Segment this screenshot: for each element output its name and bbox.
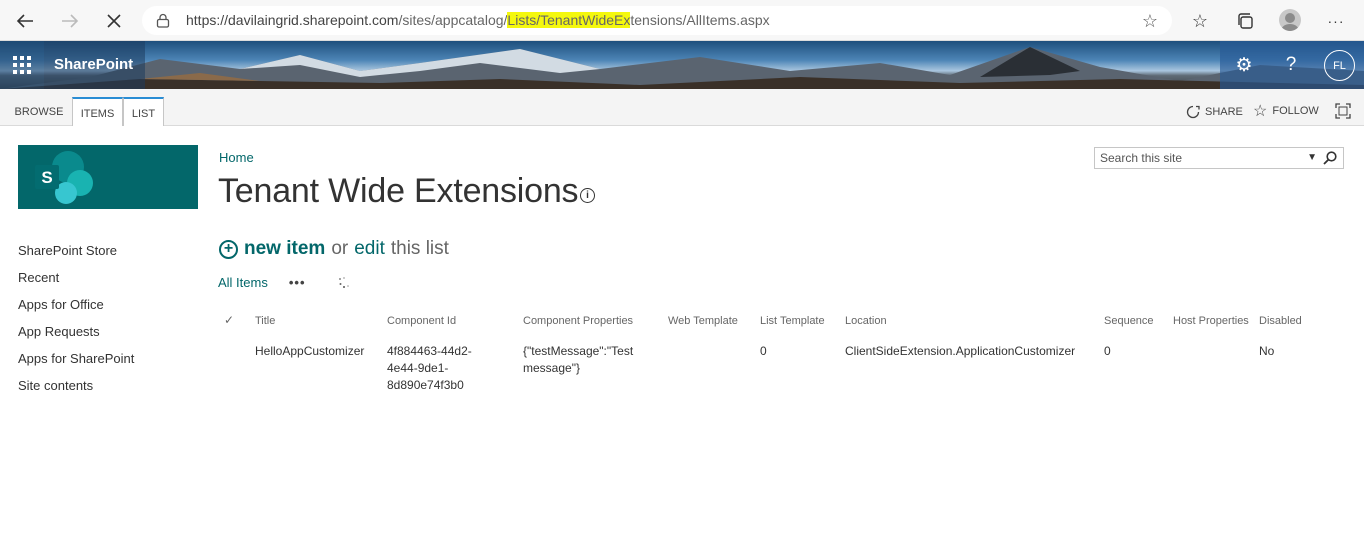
cell-location: ClientSideExtension.ApplicationCustomize… <box>845 344 1076 358</box>
nav-recent[interactable]: Recent <box>18 270 134 297</box>
profile-avatar-icon[interactable] <box>1279 9 1301 31</box>
column-header-disabled[interactable]: Disabled <box>1259 315 1302 327</box>
site-search: ▼ <box>1094 147 1344 169</box>
app-launcher-button[interactable] <box>0 41 44 89</box>
info-icon[interactable]: i <box>580 188 595 203</box>
search-icon[interactable] <box>1322 150 1338 166</box>
nav-app-requests[interactable]: App Requests <box>18 324 134 351</box>
forward-arrow-icon <box>62 14 79 28</box>
lock-icon <box>156 13 170 28</box>
add-icon[interactable]: + <box>219 239 238 259</box>
column-header-host-properties[interactable]: Host Properties <box>1173 315 1249 327</box>
column-header-component-id[interactable]: Component Id <box>387 315 456 327</box>
quick-launch: SharePoint Store Recent Apps for Office … <box>18 243 134 405</box>
column-header-list-template[interactable]: List Template <box>760 315 825 327</box>
tab-items[interactable]: ITEMS <box>72 97 123 126</box>
suite-bar: SharePoint ⚙ ? FL <box>0 41 1364 89</box>
cell-component-properties: {"testMessage":"Test message"} <box>523 344 634 375</box>
site-logo[interactable]: S <box>18 145 198 209</box>
tab-list[interactable]: LIST <box>123 97 164 126</box>
view-all-items[interactable]: All Items <box>218 275 268 290</box>
fullscreen-icon <box>1335 103 1351 119</box>
url-highlight: Lists/TenantWideEx <box>507 12 631 28</box>
url-text: https://davilaingrid.sharepoint.com/site… <box>186 12 770 28</box>
column-header-web-template[interactable]: Web Template <box>668 315 738 327</box>
cell-list-template: 0 <box>760 344 767 358</box>
close-icon <box>107 14 121 28</box>
user-avatar[interactable]: FL <box>1324 50 1355 81</box>
add-favorite-icon[interactable]: ☆ <box>1142 11 1158 32</box>
gear-icon[interactable]: ⚙ <box>1232 54 1256 77</box>
tab-browse[interactable]: BROWSE <box>10 97 68 126</box>
breadcrumb-home[interactable]: Home <box>219 150 254 165</box>
back-arrow-icon <box>16 14 33 28</box>
help-icon[interactable]: ? <box>1279 54 1303 76</box>
cell-component-id: 4f884463-44d2-4e44-9de1-8d890e74f3b0 <box>387 344 472 392</box>
nav-sharepoint-store[interactable]: SharePoint Store <box>18 243 134 270</box>
ribbon: BROWSE ITEMS LIST SHARE ☆ FOLLOW <box>0 89 1364 126</box>
star-icon: ☆ <box>1253 102 1268 120</box>
view-selector: All Items ••• <box>218 275 306 290</box>
sharepoint-brand-link[interactable]: SharePoint <box>44 41 145 89</box>
nav-apps-for-sharepoint[interactable]: Apps for SharePoint <box>18 351 134 378</box>
url-host: https://davilaingrid.sharepoint.com <box>186 12 399 28</box>
page-title: Tenant Wide Extensions <box>218 172 579 210</box>
banner-mountain-image <box>0 47 1364 89</box>
address-bar[interactable]: https://davilaingrid.sharepoint.com/site… <box>142 6 1172 35</box>
stop-loading-button[interactable] <box>101 8 127 34</box>
this-list-text: this list <box>390 238 449 259</box>
collections-icon[interactable] <box>1233 9 1257 33</box>
cell-disabled: No <box>1259 344 1275 358</box>
column-header-component-properties[interactable]: Component Properties <box>523 315 633 327</box>
new-item-link[interactable]: new item <box>244 238 325 260</box>
follow-label: FOLLOW <box>1272 105 1319 117</box>
nav-site-contents[interactable]: Site contents <box>18 378 134 405</box>
sharepoint-logo-icon: S <box>35 151 93 204</box>
search-input[interactable] <box>1095 148 1295 168</box>
more-views-button[interactable]: ••• <box>289 275 306 290</box>
cell-sequence: 0 <box>1104 344 1111 358</box>
url-path-start: /sites/appcatalog/ <box>398 12 508 28</box>
forward-button[interactable] <box>57 8 83 34</box>
browser-toolbar: https://davilaingrid.sharepoint.com/site… <box>0 0 1364 41</box>
new-item-bar: + new item or edit this list <box>219 238 449 260</box>
cell-title[interactable]: HelloAppCustomizer <box>255 343 383 360</box>
follow-button[interactable]: ☆ FOLLOW <box>1253 102 1319 120</box>
share-button[interactable]: SHARE <box>1186 105 1243 119</box>
logo-letter: S <box>41 168 52 187</box>
column-header-location[interactable]: Location <box>845 315 887 327</box>
favorites-icon[interactable]: ☆ <box>1188 9 1212 33</box>
share-label: SHARE <box>1205 106 1243 118</box>
url-path-end: tensions/AllItems.aspx <box>630 12 770 28</box>
loading-spinner-icon <box>339 277 349 288</box>
select-all-checkmark-icon[interactable]: ✓ <box>224 313 234 327</box>
column-header-sequence[interactable]: Sequence <box>1104 315 1154 327</box>
edit-list-link[interactable]: edit <box>354 238 385 260</box>
or-text: or <box>331 238 349 259</box>
search-scope-dropdown-icon[interactable]: ▼ <box>1307 152 1317 163</box>
share-icon <box>1186 105 1200 119</box>
nav-apps-for-office[interactable]: Apps for Office <box>18 297 134 324</box>
column-header-title[interactable]: Title <box>255 315 275 327</box>
more-icon[interactable]: ··· <box>1324 9 1348 33</box>
focus-on-content-button[interactable] <box>1335 103 1351 119</box>
back-button[interactable] <box>12 8 38 34</box>
